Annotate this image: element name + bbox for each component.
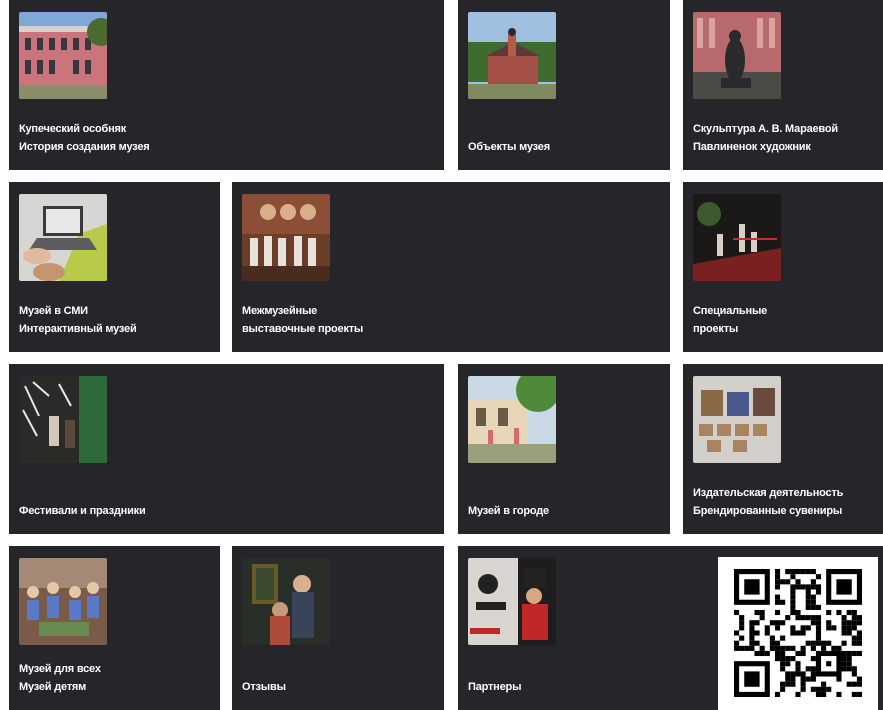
tile-festivals[interactable]: Фестивали и праздники — [9, 364, 444, 534]
children-photo — [19, 558, 107, 645]
partners-photo — [468, 558, 556, 645]
tile-special[interactable]: Специальные проекты — [683, 182, 883, 352]
tile-caption: Издательская деятельность Брендированные… — [693, 487, 844, 517]
tile-objects[interactable]: Объекты музея — [458, 0, 670, 170]
tile-caption: Купеческий особняк История создания музе… — [19, 123, 150, 153]
souvenirs-photo — [693, 376, 781, 463]
qr-code-icon — [734, 569, 862, 697]
tile-caption: Музей в городе — [468, 505, 549, 517]
street-photo — [468, 376, 556, 463]
tile-caption: Специальные проекты — [693, 305, 768, 335]
tile-caption: Межмузейные выставочные проекты — [242, 305, 364, 335]
sculpture-photo — [693, 12, 781, 99]
tile-caption: Фестивали и праздники — [19, 505, 146, 517]
tile-publishing[interactable]: Издательская деятельность Брендированные… — [683, 364, 883, 534]
tile-reviews[interactable]: Отзывы — [232, 546, 444, 710]
tile-smi[interactable]: Музей в СМИ Интерактивный музей — [9, 182, 220, 352]
festival-photo — [19, 376, 107, 463]
tile-mezhmuz[interactable]: Межмузейные выставочные проекты — [232, 182, 670, 352]
tile-osobnyak[interactable]: Купеческий особняк История создания музе… — [9, 0, 444, 170]
tile-forall[interactable]: Музей для всех Музей детям — [9, 546, 220, 710]
tile-caption: Музей для всех Музей детям — [19, 663, 101, 693]
church-photo — [468, 12, 556, 99]
tile-caption: Скульптура А. В. Мараевой Павлиненок худ… — [693, 123, 838, 153]
pink-mansion-photo — [19, 12, 107, 99]
tile-sculpture[interactable]: Скульптура А. В. Мараевой Павлиненок худ… — [683, 0, 883, 170]
tile-caption: Объекты музея — [468, 141, 550, 153]
visitors-photo — [242, 558, 330, 645]
night-event-photo — [693, 194, 781, 281]
tile-city[interactable]: Музей в городе — [458, 364, 670, 534]
qr-code — [718, 557, 878, 710]
tile-caption: Партнеры — [468, 681, 522, 693]
laptop-photo — [19, 194, 107, 281]
group-photo — [242, 194, 330, 281]
tile-caption: Отзывы — [242, 681, 286, 693]
tile-caption: Музей в СМИ Интерактивный музей — [19, 305, 137, 335]
